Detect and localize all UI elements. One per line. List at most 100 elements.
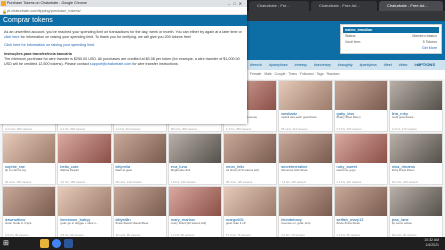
nav-tag-2[interactable]: #messy <box>295 63 307 67</box>
room-name[interactable]: selfish_mary13 <box>335 216 387 223</box>
nav-tag-6[interactable]: #feet <box>384 63 392 67</box>
room-tile[interactable]: sophie_rae tip to control toy 40 mins, 160… <box>2 133 57 185</box>
room-tile[interactable]: margo601 goal: take it off 57 mins, 76 vie… <box>223 186 278 238</box>
nav-tag-4[interactable]: #naughty <box>338 63 353 67</box>
room-thumbnail[interactable] <box>113 187 166 216</box>
room-thumbnail[interactable] <box>58 134 111 163</box>
browser-tab-1[interactable]: Chaturbate - Fre... <box>249 1 309 11</box>
room-subject: #cute #new #teen <box>336 222 361 226</box>
windows-start-icon[interactable]: ⊞ <box>3 240 10 247</box>
room-name[interactable]: blondebaxy <box>279 216 331 223</box>
room-stats: 38 mins, 300 viewers <box>170 127 198 131</box>
room-thumbnail[interactable] <box>279 81 332 110</box>
window-title-bar[interactable]: Purchase Tokens on Chaturbate - Google C… <box>0 0 247 7</box>
chaturbate-favicon-icon <box>1 1 6 6</box>
status-value: Membro básico <box>412 34 437 38</box>
room-stats: 1,9 hrs, 115 viewers <box>281 180 307 184</box>
room-thumbnail[interactable] <box>113 134 166 163</box>
room-name[interactable]: ruby_sweet <box>335 163 387 170</box>
room-tile[interactable]: gaby_kiss #hairy #feet #teen 2,0 hrs, 190 … <box>333 80 388 132</box>
room-thumbnail[interactable] <box>334 81 387 110</box>
nav-tag-0[interactable]: #french <box>250 63 262 67</box>
purchase-tokens-window: Purchase Tokens on Chaturbate - Google C… <box>0 0 247 124</box>
lock-icon[interactable]: 🔒 <box>2 9 7 14</box>
room-tile[interactable]: selfish_mary13 #cute #new #teen 1,3 hrs, 6… <box>333 186 388 238</box>
room-thumbnail[interactable] <box>389 81 442 110</box>
status-label: Status: <box>345 34 357 38</box>
room-name[interactable]: lina_ruby <box>390 110 442 117</box>
room-thumbnail[interactable] <box>334 187 387 216</box>
room-name[interactable]: limestone_babyy <box>58 216 110 223</box>
nav-tag-5[interactable]: #pantyless <box>360 63 377 67</box>
room-thumbnail[interactable] <box>58 187 111 216</box>
room-tile[interactable]: secretmeraline #lovense #ohmibod 1,9 hrs, … <box>278 133 333 185</box>
room-tile[interactable]: eva_luna #bigboobs #oil 1,6 hrs, 130 viewe… <box>167 133 222 185</box>
browser-tab-2[interactable]: Chaturbate - Free Ad... <box>311 1 377 11</box>
room-tile[interactable]: westiartz spank ass each goal #new 55 mins… <box>278 80 333 132</box>
room-tile[interactable]: neon_felix oil show [172 tokens left] 48 m… <box>223 133 278 185</box>
room-name[interactable]: eva_luna <box>169 163 221 170</box>
room-stats: 33 mins, 100 viewers <box>391 180 419 184</box>
address-bar[interactable]: pt.chaturbate.com/tipping/purchase_token… <box>0 7 247 15</box>
room-tile[interactable]: ruby_sweet welcome guys 2,3 hrs, 110 viewe… <box>333 133 388 185</box>
room-tile[interactable]: lina_ruby multi goal dance 1,2 hrs, 170 vi… <box>388 80 443 132</box>
room-name[interactable]: bella_cute <box>58 163 110 170</box>
room-tile[interactable]: jess_lane tip menu active 29 mins, 60 view… <box>388 186 443 238</box>
room-name[interactable]: kittystilin <box>114 216 166 223</box>
options-link[interactable]: OPTIONS <box>417 62 435 67</box>
room-name[interactable]: sophie_rae <box>3 163 55 170</box>
room-subject: goal: take it off <box>226 222 246 226</box>
room-thumbnail[interactable] <box>334 134 387 163</box>
room-thumbnail[interactable] <box>389 187 442 216</box>
support-email-link[interactable]: support@chaturbate.com <box>90 62 131 66</box>
room-name[interactable]: gaby_kiss <box>335 110 387 117</box>
file-explorer-icon[interactable] <box>40 239 49 248</box>
nav-tag-3[interactable]: #secretary <box>314 63 331 67</box>
room-name[interactable]: secretmeraline <box>279 163 331 170</box>
room-subject: flash at goal <box>115 169 132 173</box>
raise-limit-link[interactable]: Click here for information on raising yo… <box>4 43 95 47</box>
close-icon[interactable]: ✕ <box>239 1 245 6</box>
room-thumbnail[interactable] <box>279 134 332 163</box>
get-more-link[interactable]: Get More <box>422 46 437 50</box>
room-tile[interactable]: kittystilin #new #squirt #anal #feet 42 mi… <box>112 186 167 238</box>
room-name[interactable]: neon_felix <box>224 163 276 170</box>
balance-label: Você tem: <box>345 40 361 44</box>
room-subject: oil show [172 tokens left] <box>226 169 259 173</box>
room-thumbnail[interactable] <box>279 187 332 216</box>
system-tray-clock[interactable]: 10:32 AM 1/4/2021 <box>424 238 439 248</box>
room-tile[interactable]: kittymila flash at goal 25 mins, 140 viewe… <box>112 133 167 185</box>
room-name[interactable]: dawnwillow <box>3 216 55 223</box>
room-tile[interactable]: nina_dreams #shy #new #teen 33 mins, 100 v… <box>388 133 443 185</box>
nav-tag-7[interactable]: #bbw <box>399 63 408 67</box>
room-subject: Goal: Nude in 3 tips <box>5 222 32 226</box>
room-stats: 3,0 hrs, 150 viewers <box>60 180 86 184</box>
room-tile[interactable]: blondebaxy lovense on, goal: strip 2,6 hrs… <box>278 186 333 238</box>
room-tile[interactable]: dawnwillow Goal: Nude in 3 tips 2,0 hrs, 9… <box>2 186 57 238</box>
app-icon[interactable] <box>64 239 73 248</box>
balance-value: 5 Tokens <box>422 40 437 44</box>
chrome-icon[interactable] <box>52 239 61 248</box>
room-name[interactable]: jess_lane <box>390 216 442 223</box>
room-name[interactable]: nina_dreams <box>390 163 442 170</box>
room-name[interactable]: mary_marlow <box>169 216 221 223</box>
room-tile[interactable]: limestone_babyy goal: go in doggie + slow… <box>57 186 112 238</box>
room-subject: #shy #new #teen <box>391 169 415 173</box>
room-thumbnail[interactable] <box>168 187 221 216</box>
room-thumbnail[interactable] <box>3 134 56 163</box>
room-stats: 55 mins, 210 viewers <box>281 127 308 131</box>
room-name[interactable]: kittymila <box>114 163 166 170</box>
room-thumbnail[interactable] <box>389 134 442 163</box>
click-here-link[interactable]: click here <box>4 35 20 39</box>
room-tile[interactable]: bella_cute #latina #squirt 3,0 hrs, 150 vi… <box>57 133 112 185</box>
room-tile[interactable]: mary_marlow crazy ticket [32 tokens left]… <box>167 186 222 238</box>
room-thumbnail[interactable] <box>3 187 56 216</box>
nav-tag-1[interactable]: #pantyhose <box>269 63 288 67</box>
room-subject: multi goal dance <box>391 116 414 120</box>
room-thumbnail[interactable] <box>224 187 277 216</box>
room-thumbnail[interactable] <box>168 134 221 163</box>
room-thumbnail[interactable] <box>224 134 277 163</box>
room-name[interactable]: westiartz <box>279 110 331 117</box>
browser-tab-3[interactable]: Chaturbate - Free Ad... <box>379 1 443 11</box>
room-name[interactable]: margo601 <box>224 216 276 223</box>
